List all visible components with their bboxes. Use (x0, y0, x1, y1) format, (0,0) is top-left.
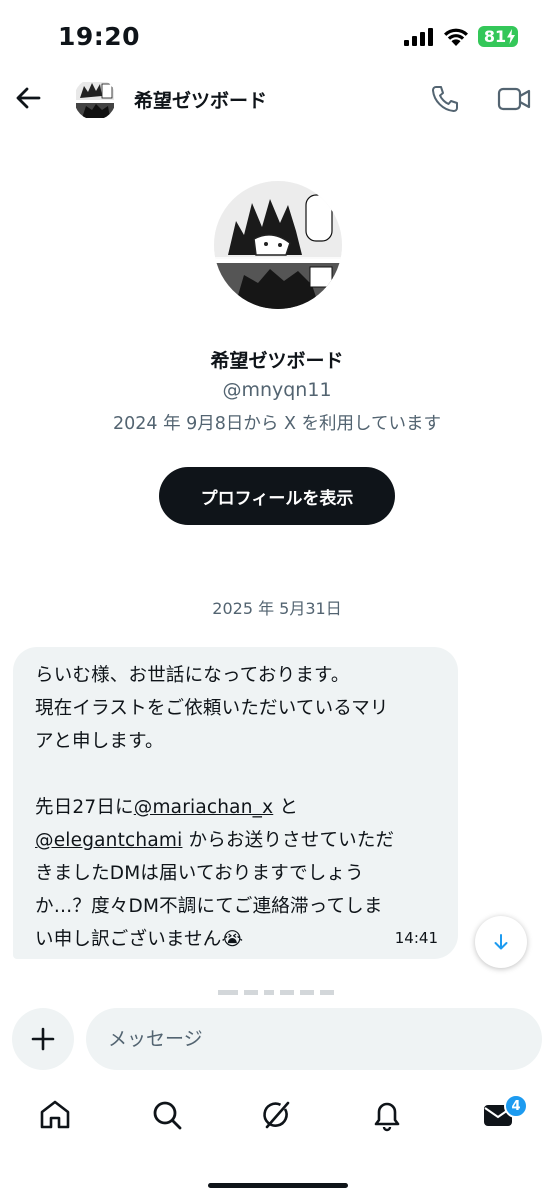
header-avatar[interactable] (74, 78, 116, 120)
message-text: らいむ様、お世話になっております。 現在イラストをご依頼いただいているマリ アと… (35, 659, 440, 956)
arrow-down-icon (494, 934, 508, 950)
next-date-separator-clipped (218, 990, 334, 995)
home-icon[interactable] (38, 1098, 72, 1132)
plus-icon (31, 1027, 55, 1051)
status-time: 19:20 (58, 22, 141, 51)
message-line: 先日27日に@mariachan_x と (35, 791, 440, 824)
conversation-header: 希望ゼツボード (0, 74, 554, 124)
profile-joined-date: 2024 年 9月8日から X を利用しています (112, 414, 442, 434)
message-line: アと申します。 (35, 731, 164, 752)
message-text-segment: と (273, 797, 299, 818)
add-media-button[interactable] (12, 1008, 74, 1070)
received-message-bubble[interactable]: らいむ様、お世話になっております。 現在イラストをご依頼いただいているマリ アと… (13, 647, 458, 959)
profile-avatar[interactable] (214, 181, 342, 309)
message-line: らいむ様、お世話になっております。 (35, 665, 350, 686)
battery-indicator: 81 (478, 26, 518, 47)
notifications-icon[interactable] (370, 1098, 404, 1132)
back-arrow-icon[interactable] (14, 84, 42, 112)
scroll-to-bottom-button[interactable] (475, 916, 527, 968)
message-text-segment: 先日27日に (35, 797, 134, 818)
message-line: い申し訳ございません😭 (35, 929, 244, 950)
profile-name: 希望ゼツボード (210, 350, 344, 372)
view-profile-button[interactable]: プロフィールを表示 (159, 467, 395, 525)
wifi-icon (444, 28, 468, 46)
message-text-segment: からお送りさせていただ (182, 830, 395, 851)
status-bar: 19:20 81 (0, 0, 554, 74)
mention-link[interactable]: @elegantchami (35, 830, 182, 851)
message-line: きましたDMは届いておりますでしょう (35, 863, 364, 884)
battery-level: 81 (483, 27, 507, 46)
video-call-icon[interactable] (497, 86, 531, 112)
mention-link[interactable]: @mariachan_x (134, 797, 274, 818)
message-line: か…？度々DM不調にてご連絡滞ってしま (35, 896, 383, 917)
message-input[interactable] (86, 1008, 542, 1070)
header-title[interactable]: 希望ゼツボード (134, 86, 267, 113)
cellular-signal-icon (404, 28, 433, 46)
messages-unread-badge: 4 (504, 1094, 528, 1118)
profile-handle: @mnyqn11 (222, 379, 332, 401)
message-line: @elegantchami からお送りさせていただ (35, 824, 440, 857)
bottom-tab-bar (0, 1086, 554, 1146)
search-icon[interactable] (150, 1098, 184, 1132)
message-line: 現在イラストをご依頼いただいているマリ (35, 698, 389, 719)
charging-bolt-icon (507, 29, 515, 44)
grok-icon[interactable] (259, 1098, 293, 1132)
message-timestamp: 14:41 (394, 929, 438, 947)
home-indicator (208, 1183, 348, 1188)
phone-call-icon[interactable] (430, 84, 460, 114)
date-separator: 2025 年 5月31日 (212, 599, 342, 618)
